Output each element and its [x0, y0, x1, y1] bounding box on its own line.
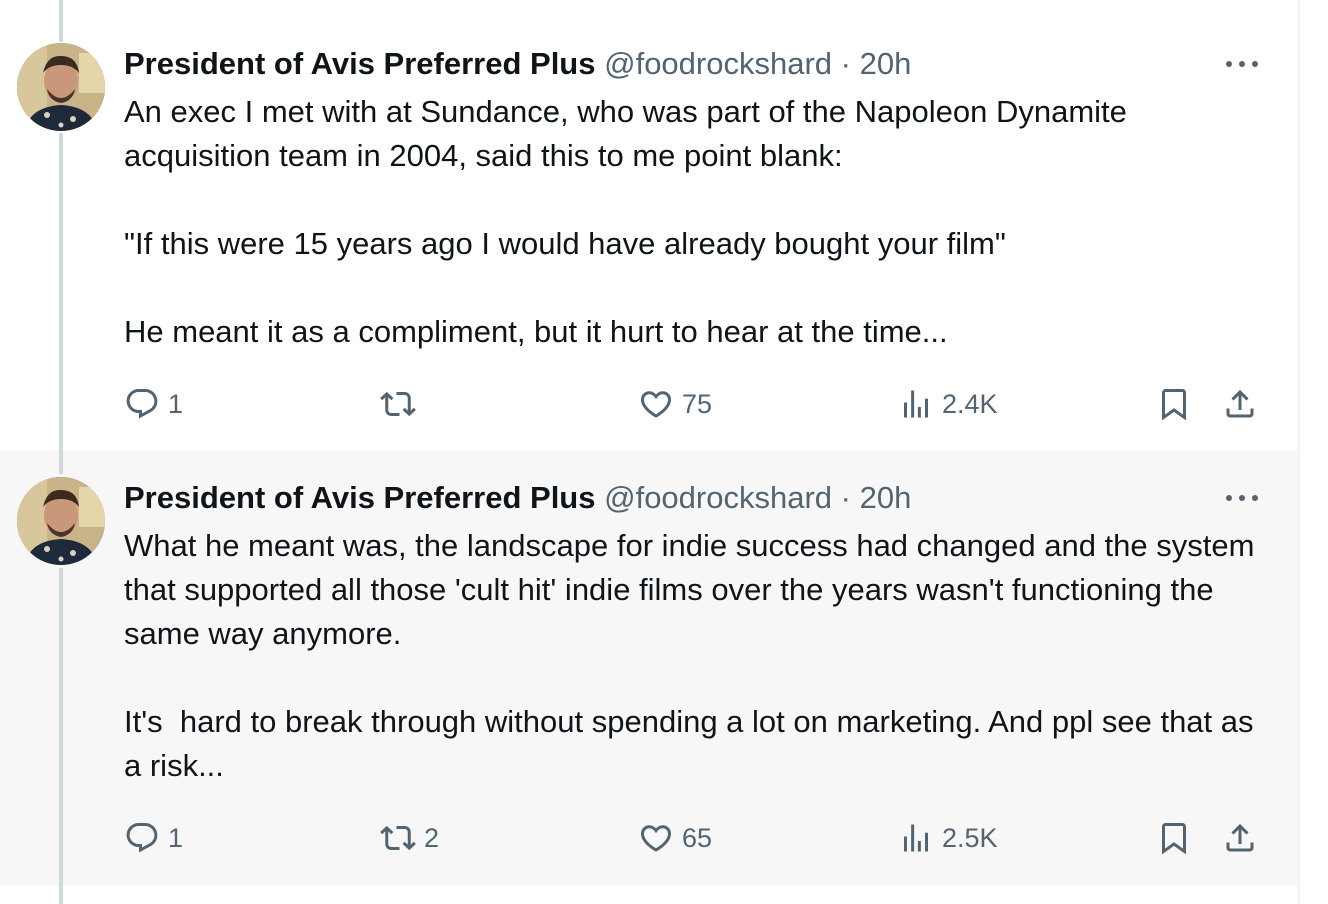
thread-line-continuation	[59, 568, 63, 904]
timeline: President of Avis Preferred Plus @foodro…	[0, 0, 1300, 904]
share-button[interactable]	[1222, 384, 1258, 424]
reply-icon	[126, 389, 158, 419]
retweet-button[interactable]	[380, 384, 424, 424]
author-name[interactable]: President of Avis Preferred Plus	[124, 46, 595, 81]
thread-line-top	[59, 450, 63, 474]
tweet-header: President of Avis Preferred Plus @foodro…	[124, 46, 911, 82]
bookmark-button[interactable]	[1156, 818, 1192, 858]
reply-count: 1	[168, 822, 184, 853]
like-count: 75	[682, 388, 713, 419]
timeline-footer	[0, 886, 1298, 904]
separator: ·	[840, 480, 851, 515]
retweet-icon	[380, 391, 416, 417]
share-icon	[1226, 823, 1254, 852]
like-button[interactable]: 75	[638, 384, 712, 424]
thread-line-top	[59, 0, 63, 42]
tweet-1[interactable]: President of Avis Preferred Plus @foodro…	[0, 0, 1298, 450]
heart-icon	[640, 391, 672, 418]
share-button[interactable]	[1222, 818, 1258, 858]
heart-icon	[640, 825, 672, 852]
reply-button[interactable]: 1	[124, 818, 183, 858]
author-handle[interactable]: @foodrockshard	[604, 480, 832, 515]
retweet-icon	[380, 825, 416, 851]
avatar-image	[17, 477, 105, 565]
like-count: 65	[682, 822, 713, 853]
author-handle[interactable]: @foodrockshard	[604, 46, 832, 81]
avatar[interactable]	[17, 477, 105, 565]
avatar-image	[17, 43, 105, 131]
retweet-button[interactable]: 2	[380, 818, 439, 858]
views-count: 2.5K	[942, 822, 998, 853]
separator: ·	[840, 46, 851, 81]
retweet-count: 2	[424, 822, 440, 853]
more-button[interactable]	[1222, 54, 1262, 74]
more-button[interactable]	[1222, 488, 1262, 508]
bookmark-icon	[1162, 823, 1186, 855]
views-count: 2.4K	[942, 388, 998, 419]
timestamp[interactable]: 20h	[860, 46, 912, 81]
tweet-text: An exec I met with at Sundance, who was …	[124, 94, 1127, 349]
reply-icon	[126, 823, 158, 853]
views-button[interactable]: 2.4K	[898, 384, 998, 424]
tweet-text: What he meant was, the landscape for ind…	[124, 528, 1255, 783]
action-bar: 1 2 65 2.5K	[124, 818, 1264, 858]
reply-count: 1	[168, 388, 184, 419]
avatar[interactable]	[17, 43, 105, 131]
bookmark-button[interactable]	[1156, 384, 1192, 424]
more-icon	[1226, 61, 1232, 67]
bookmark-icon	[1162, 389, 1186, 421]
views-icon	[904, 824, 928, 852]
share-icon	[1226, 389, 1254, 418]
views-icon	[904, 390, 928, 418]
tweet-header: President of Avis Preferred Plus @foodro…	[124, 480, 911, 516]
author-name[interactable]: President of Avis Preferred Plus	[124, 480, 595, 515]
action-bar: 1 75 2.4K	[124, 384, 1264, 424]
tweet-2[interactable]: President of Avis Preferred Plus @foodro…	[0, 450, 1298, 904]
timestamp[interactable]: 20h	[860, 480, 912, 515]
thread-line-connector	[59, 133, 63, 450]
thread-line-bottom	[59, 886, 63, 904]
reply-button[interactable]: 1	[124, 384, 183, 424]
more-icon	[1226, 495, 1232, 501]
like-button[interactable]: 65	[638, 818, 712, 858]
views-button[interactable]: 2.5K	[898, 818, 998, 858]
